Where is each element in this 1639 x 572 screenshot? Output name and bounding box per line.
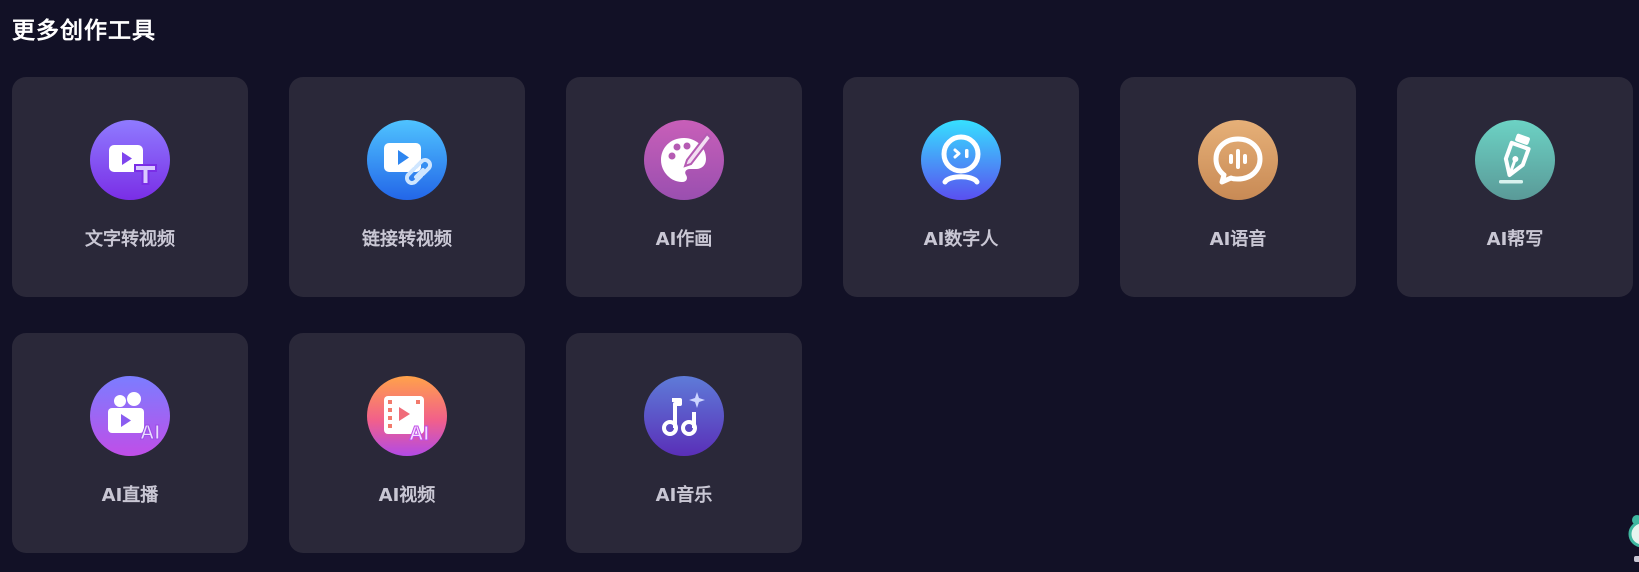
tool-label: AI作画	[655, 229, 713, 250]
tool-card-text-to-video[interactable]: 文字转视频	[12, 77, 248, 297]
tool-label: AI语音	[1209, 229, 1267, 250]
link-to-video-icon	[367, 120, 447, 200]
digital-human-icon	[921, 120, 1001, 200]
palette-icon	[644, 120, 724, 200]
tool-label: 链接转视频	[362, 229, 452, 250]
tool-card-ai-live[interactable]: AI AI直播	[12, 333, 248, 553]
tool-label: AI音乐	[655, 485, 713, 506]
tools-grid: 文字转视频 链接转视频 AI作画 AI数字人 AI语音 AI帮写 AI AI直播…	[12, 77, 1633, 553]
live-stream-icon: AI	[90, 376, 170, 456]
pen-write-icon	[1475, 120, 1555, 200]
tool-card-link-to-video[interactable]: 链接转视频	[289, 77, 525, 297]
tool-card-ai-writing[interactable]: AI帮写	[1397, 77, 1633, 297]
svg-text:AI: AI	[409, 423, 429, 445]
section-title: 更多创作工具	[12, 18, 156, 44]
tool-card-ai-digital-human[interactable]: AI数字人	[843, 77, 1079, 297]
voice-bubble-icon	[1198, 120, 1278, 200]
assistant-mascot-icon[interactable]	[1628, 512, 1639, 572]
tool-card-ai-video[interactable]: AI AI视频	[289, 333, 525, 553]
tool-label: AI视频	[378, 485, 436, 506]
film-ai-icon: AI	[367, 376, 447, 456]
tool-card-ai-music[interactable]: AI音乐	[566, 333, 802, 553]
tool-card-ai-painting[interactable]: AI作画	[566, 77, 802, 297]
music-note-icon	[644, 376, 724, 456]
tool-label: AI数字人	[923, 229, 999, 250]
more-tools-page: 更多创作工具 文字转视频 链接转视频 AI作画 AI数字人 AI语音 AI帮写 …	[0, 0, 1639, 572]
text-to-video-icon	[90, 120, 170, 200]
tool-label: AI帮写	[1486, 229, 1544, 250]
tool-card-ai-voice[interactable]: AI语音	[1120, 77, 1356, 297]
svg-text:AI: AI	[140, 422, 160, 444]
tool-label: AI直播	[101, 485, 159, 506]
tool-label: 文字转视频	[85, 229, 175, 250]
